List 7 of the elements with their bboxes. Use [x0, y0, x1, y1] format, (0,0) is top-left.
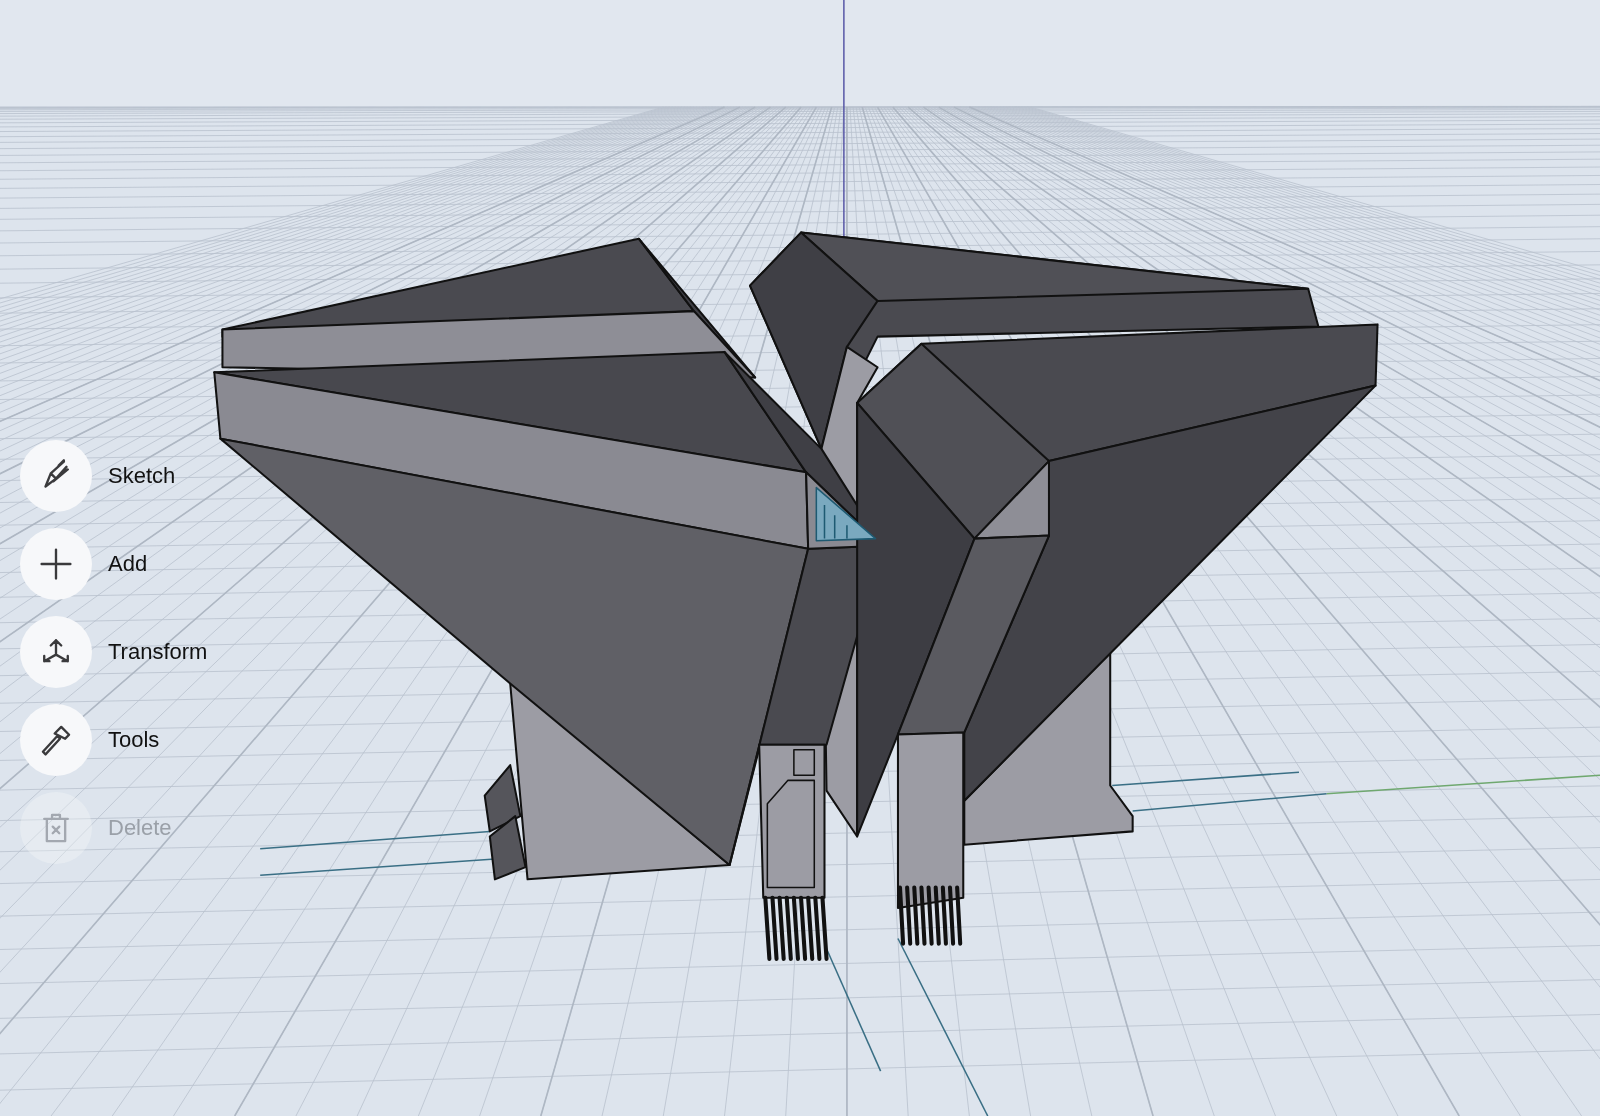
tool-label: Transform	[108, 639, 208, 665]
hammer-icon	[39, 723, 73, 757]
tool-label: Sketch	[108, 463, 176, 489]
tool-label: Tools	[108, 727, 160, 753]
tool-label: Add	[108, 551, 148, 577]
tool-label: Delete	[108, 815, 172, 841]
plus-icon	[39, 547, 73, 581]
